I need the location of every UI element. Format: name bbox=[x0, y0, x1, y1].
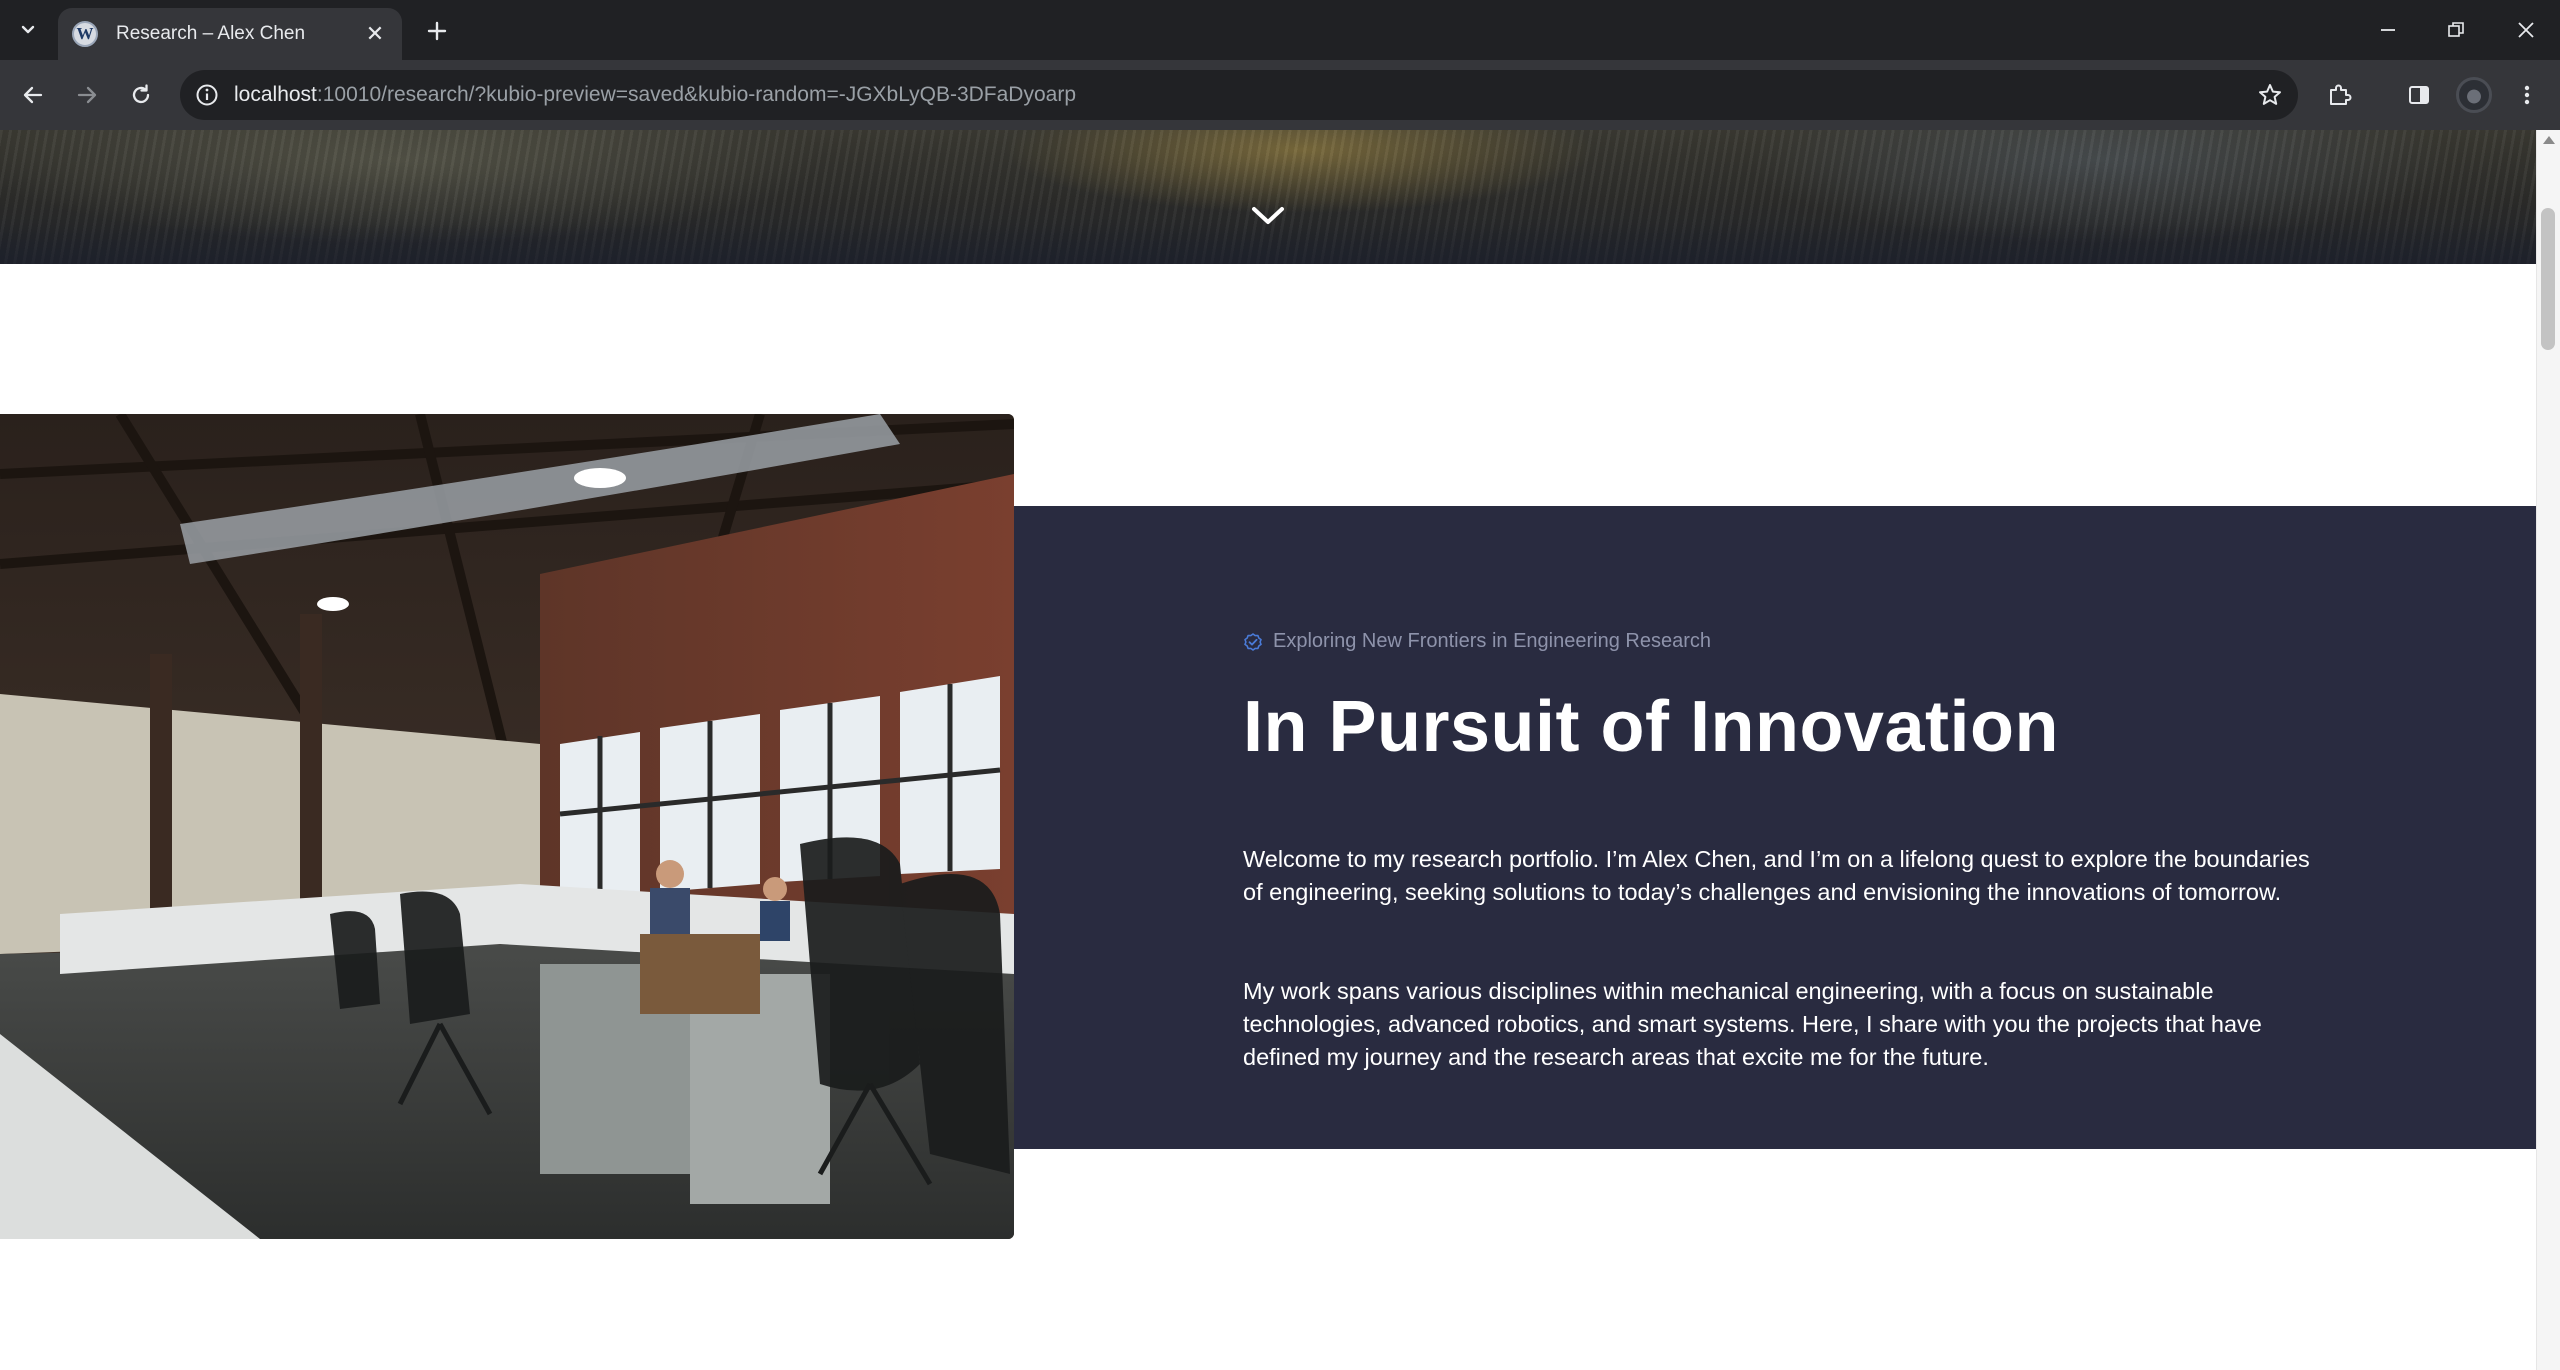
back-arrow-icon[interactable] bbox=[14, 76, 52, 114]
about-panel: Exploring New Frontiers in Engineering R… bbox=[1014, 506, 2536, 1149]
page-viewport: Exploring New Frontiers in Engineering R… bbox=[0, 130, 2560, 1370]
browser-toolbar: localhost:10010/research/?kubio-preview=… bbox=[0, 60, 2560, 130]
bookmark-star-icon[interactable] bbox=[2256, 81, 2284, 109]
minimize-icon[interactable] bbox=[2354, 0, 2422, 60]
section-kicker: Exploring New Frontiers in Engineering R… bbox=[1243, 630, 1711, 653]
scroll-up-arrow-icon[interactable] bbox=[2543, 136, 2555, 144]
forward-arrow-icon[interactable] bbox=[68, 76, 106, 114]
tab-search-chevron-down-icon[interactable] bbox=[10, 13, 46, 47]
scroll-down-chevron-down-icon[interactable] bbox=[1250, 202, 1286, 230]
menu-kebab-icon[interactable] bbox=[2508, 76, 2546, 114]
profile-avatar[interactable] bbox=[2456, 77, 2492, 113]
hero-background-image bbox=[0, 130, 2536, 264]
scrollbar-thumb[interactable] bbox=[2541, 208, 2555, 350]
tab-title: Research – Alex Chen bbox=[116, 23, 306, 44]
work-paragraph: My work spans various disciplines within… bbox=[1243, 978, 2262, 1070]
browser-titlebar: W Research – Alex Chen ✕ bbox=[0, 0, 2560, 60]
page-scrollbar[interactable] bbox=[2536, 130, 2560, 1370]
side-panel-icon[interactable] bbox=[2400, 76, 2438, 114]
site-info-icon[interactable] bbox=[194, 82, 220, 108]
restore-icon[interactable] bbox=[2422, 0, 2490, 60]
browser-tab-active[interactable]: W Research – Alex Chen ✕ bbox=[58, 8, 402, 60]
url-text[interactable]: localhost:10010/research/?kubio-preview=… bbox=[234, 83, 1076, 107]
close-window-icon[interactable] bbox=[2492, 0, 2560, 60]
tab-close-icon[interactable]: ✕ bbox=[362, 21, 388, 47]
extensions-puzzle-icon[interactable] bbox=[2320, 76, 2358, 114]
page-heading: In Pursuit of Innovation bbox=[1243, 687, 2059, 767]
office-photo bbox=[0, 414, 1014, 1239]
reload-icon[interactable] bbox=[122, 76, 160, 114]
new-tab-plus-icon[interactable] bbox=[420, 14, 454, 48]
intro-paragraph: Welcome to my research portfolio. I’m Al… bbox=[1243, 846, 2310, 905]
check-circle-icon bbox=[1243, 632, 1263, 652]
url-host: localhost bbox=[234, 83, 317, 106]
url-path: :10010/research/?kubio-preview=saved&kub… bbox=[316, 83, 1076, 106]
wordpress-icon: W bbox=[72, 21, 98, 47]
kicker-text: Exploring New Frontiers in Engineering R… bbox=[1273, 630, 1711, 652]
address-bar[interactable]: localhost:10010/research/?kubio-preview=… bbox=[180, 70, 2298, 120]
